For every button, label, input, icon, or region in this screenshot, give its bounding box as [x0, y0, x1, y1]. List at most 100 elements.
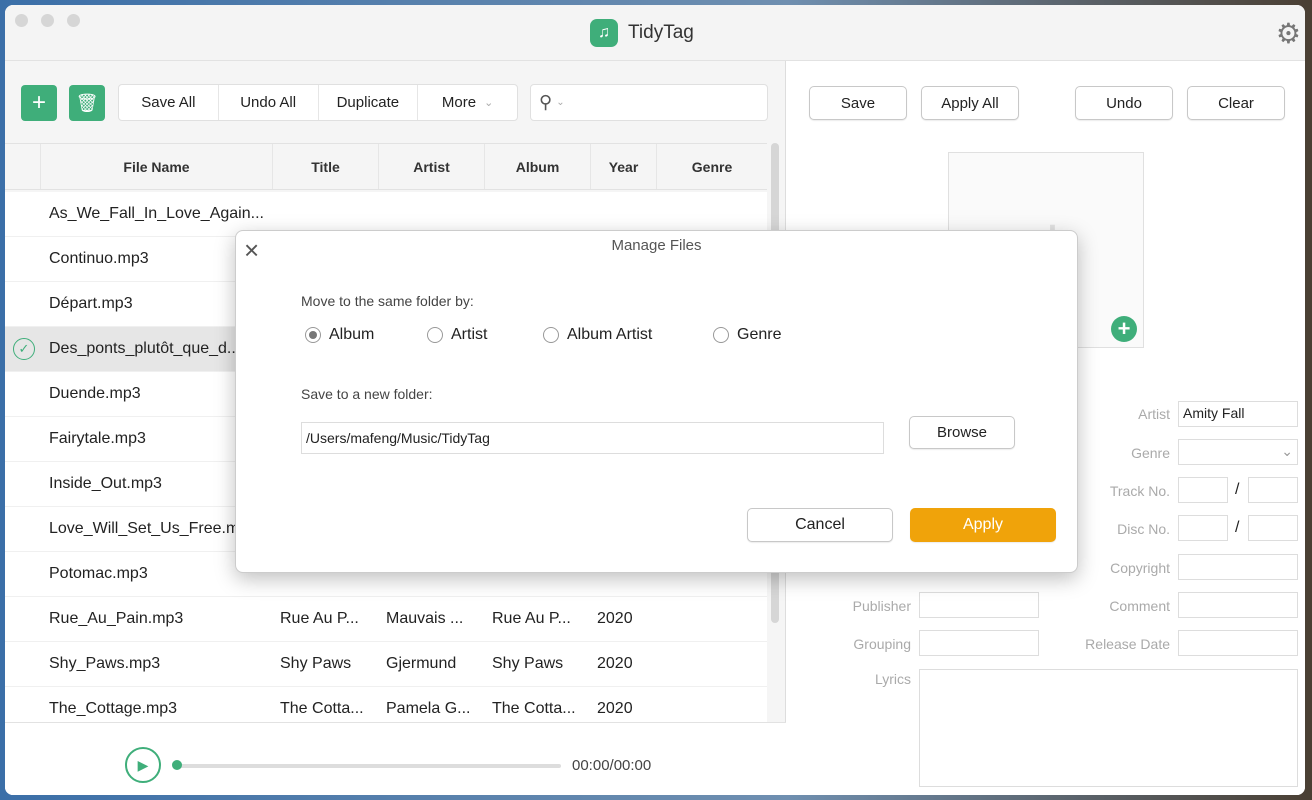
trash-icon: 🗑 [75, 92, 99, 113]
duplicate-label: Duplicate [336, 94, 400, 111]
radio-artist[interactable]: Artist [427, 326, 487, 344]
undo-all-button[interactable]: Undo All [219, 85, 319, 120]
track-total-field[interactable] [1248, 477, 1298, 503]
publisher-label: Publisher [852, 598, 911, 614]
cell-year: 2020 [597, 610, 633, 627]
plus-icon: + [31, 89, 46, 116]
radio-album[interactable]: Album [305, 326, 374, 344]
save-folder-label: Save to a new folder: [301, 386, 433, 402]
column-header-check [5, 144, 41, 189]
check-icon: ✓ [13, 338, 35, 360]
column-header-year[interactable]: Year [591, 144, 657, 189]
play-button[interactable]: ▶ [125, 747, 161, 783]
save-all-button[interactable]: Save All [119, 85, 219, 120]
apply-button[interactable]: Apply [910, 508, 1056, 542]
radio-circle [543, 327, 559, 343]
more-dropdown[interactable]: More ⌄ [418, 85, 517, 120]
folder-path-input[interactable]: /Users/mafeng/Music/TidyTag [301, 422, 884, 454]
dialog-title: Manage Files [611, 237, 702, 254]
cell-title: Shy Paws [280, 655, 352, 672]
cell-album: Rue Au P... [492, 610, 571, 627]
cell-album: The Cotta... [492, 700, 576, 717]
grouping-label: Grouping [853, 636, 911, 652]
progress-handle[interactable] [172, 760, 182, 770]
release-date-field[interactable] [1178, 630, 1298, 656]
app-title-text: TidyTag [628, 22, 694, 43]
disc-total-field[interactable] [1248, 515, 1298, 541]
column-header-album[interactable]: Album [485, 144, 591, 189]
cancel-button[interactable]: Cancel [747, 508, 893, 542]
app-title: ♫ TidyTag [590, 19, 694, 47]
artist-field[interactable]: Amity Fall [1178, 401, 1298, 427]
cell-year: 2020 [597, 655, 633, 672]
manage-files-dialog: Manage Files × Move to the same folder b… [235, 230, 1078, 573]
track-number-field[interactable] [1178, 477, 1228, 503]
radio-circle [713, 327, 729, 343]
radio-label: Album [329, 326, 375, 343]
progress-slider[interactable] [177, 764, 561, 768]
copyright-field[interactable] [1178, 554, 1298, 580]
undo-all-label: Undo All [240, 94, 297, 111]
chevron-down-icon: ⌄ [1281, 443, 1293, 459]
radio-label: Album Artist [567, 326, 653, 343]
chevron-down-icon: ⌄ [484, 97, 494, 109]
close-icon[interactable]: × [244, 235, 259, 266]
save-button[interactable]: Save [809, 86, 907, 120]
radio-circle [427, 327, 443, 343]
lyrics-textarea[interactable] [919, 669, 1298, 787]
move-label: Move to the same folder by: [301, 293, 474, 309]
radio-label: Genre [737, 326, 782, 343]
release-date-label: Release Date [1085, 636, 1170, 652]
table-header: File Name Title Artist Album Year Genre [5, 143, 767, 190]
radio-genre[interactable]: Genre [713, 326, 781, 344]
column-header-file-name[interactable]: File Name [41, 144, 273, 189]
undo-button[interactable]: Undo [1075, 86, 1173, 120]
add-files-button[interactable]: + [21, 85, 57, 121]
publisher-field[interactable] [919, 592, 1039, 618]
disc-slash: / [1235, 519, 1240, 536]
cell-title: Rue Au P... [280, 610, 359, 627]
column-header-genre[interactable]: Genre [657, 144, 767, 189]
cell-artist: Gjermund [386, 655, 457, 672]
search-icon: ⚲ [539, 92, 553, 112]
duplicate-button[interactable]: Duplicate [319, 85, 419, 120]
cell-file-name: The_Cottage.mp3 [49, 700, 178, 717]
more-label: More [441, 94, 477, 111]
cell-title: The Cotta... [280, 700, 364, 717]
comment-label: Comment [1109, 598, 1170, 614]
cell-file-name: Shy_Paws.mp3 [49, 655, 161, 672]
cell-artist: Mauvais ... [386, 610, 464, 627]
minimize-window-button[interactable] [41, 14, 54, 27]
app-logo-icon: ♫ [590, 19, 618, 47]
browse-button[interactable]: Browse [909, 416, 1015, 449]
grouping-field[interactable] [919, 630, 1039, 656]
column-header-artist[interactable]: Artist [379, 144, 485, 189]
cell-file-name: Rue_Au_Pain.mp3 [49, 610, 184, 627]
cell-file-name: As_We_Fall_In_Love_Again... [49, 205, 264, 222]
app-window: ♫ TidyTag ⚙ + 🗑 Save All Undo All Duplic… [5, 5, 1305, 795]
radio-label: Artist [451, 326, 488, 343]
table-row[interactable]: Rue_Au_Pain.mp3 Rue Au P... Mauvais ... Rue… [5, 597, 767, 642]
toolbar-segment: Save All Undo All Duplicate More ⌄ [118, 84, 518, 121]
save-all-label: Save All [141, 94, 196, 111]
play-icon: ▶ [137, 756, 149, 773]
gear-icon[interactable]: ⚙ [1276, 17, 1301, 50]
radio-circle [305, 327, 321, 343]
track-slash: / [1235, 481, 1240, 498]
radio-album-artist[interactable]: Album Artist [543, 326, 652, 344]
zoom-window-button[interactable] [67, 14, 80, 27]
apply-all-button[interactable]: Apply All [921, 86, 1019, 120]
search-input[interactable]: ⚲ ⌄ [530, 84, 768, 121]
table-row[interactable]: Shy_Paws.mp3 Shy Paws Gjermund Shy Paws 2020 [5, 642, 767, 687]
lyrics-label: Lyrics [874, 671, 911, 687]
genre-dropdown[interactable]: ⌄ [1178, 439, 1298, 465]
add-artwork-icon[interactable]: + [1111, 316, 1137, 342]
disc-number-field[interactable] [1178, 515, 1228, 541]
cell-year: 2020 [597, 700, 633, 717]
comment-field[interactable] [1178, 592, 1298, 618]
delete-button[interactable]: 🗑 [69, 85, 105, 121]
close-window-button[interactable] [15, 14, 28, 27]
cell-album: Shy Paws [492, 655, 564, 672]
column-header-title[interactable]: Title [273, 144, 379, 189]
clear-button[interactable]: Clear [1187, 86, 1285, 120]
